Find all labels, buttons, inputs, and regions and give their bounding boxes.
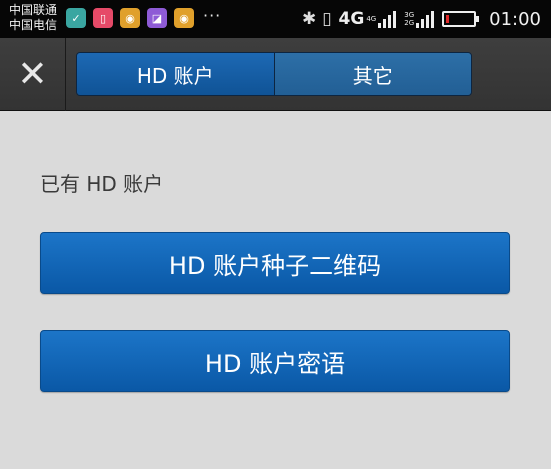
toolbar: ✕ HD 账户 其它 xyxy=(0,38,551,111)
weibo-icon: ◉ xyxy=(174,8,194,28)
close-button[interactable]: ✕ xyxy=(0,38,66,111)
close-icon: ✕ xyxy=(17,53,48,95)
signal-icon xyxy=(378,10,397,28)
status-right: ✱ ▯ 4G 4G 3G 2G 01:00 xyxy=(302,5,541,33)
account-tabs: HD 账户 其它 xyxy=(76,52,472,96)
battery-level xyxy=(446,15,450,23)
more-notifications-icon: ··· xyxy=(203,6,222,25)
carrier-2: 中国电信 xyxy=(9,18,58,32)
signal-secondary-icon xyxy=(416,10,435,28)
check-app-icon: ✓ xyxy=(66,8,86,28)
network-secondary: 3G 2G xyxy=(404,11,415,27)
clock: 01:00 xyxy=(489,8,541,30)
status-bar: 中国联通 中国电信 ✓ ▯ ◉ ◪ ◉ ··· ✱ ▯ 4G 4G 3G 2G … xyxy=(0,0,551,38)
hd-passphrase-button[interactable]: HD 账户密语 xyxy=(40,330,510,392)
carrier-info: 中国联通 中国电信 xyxy=(9,3,57,33)
carrier-1: 中国联通 xyxy=(9,3,58,17)
pink-app-icon: ▯ xyxy=(93,8,113,28)
tab-other[interactable]: 其它 xyxy=(274,53,471,95)
gallery-app-icon: ◪ xyxy=(147,8,167,28)
network-type: 4G xyxy=(338,9,365,29)
vibrate-icon: ▯ xyxy=(322,9,332,29)
battery-icon xyxy=(442,11,480,27)
tab-hd-account[interactable]: HD 账户 xyxy=(77,53,275,95)
notification-icons: ✓ ▯ ◉ ◪ ◉ ··· xyxy=(66,8,221,28)
hd-seed-qr-button[interactable]: HD 账户种子二维码 xyxy=(40,232,510,294)
weibo-icon: ◉ xyxy=(120,8,140,28)
bluetooth-icon: ✱ xyxy=(301,9,317,29)
section-title: 已有 HD 账户 xyxy=(40,172,164,196)
network-4g-small: 4G xyxy=(366,15,377,23)
